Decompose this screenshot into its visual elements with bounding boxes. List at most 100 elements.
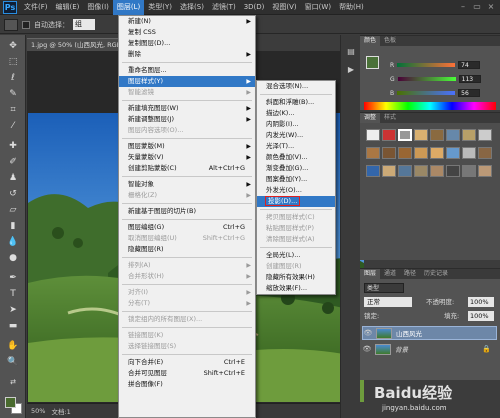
menu-item[interactable]: 外发光(O)... [257,185,335,196]
eyedropper-tool-icon[interactable]: ⁄ [4,119,22,133]
menu-item[interactable]: 全局光(L)... [257,250,335,261]
hand-tool-icon[interactable]: ✋ [4,339,22,353]
restore-icon[interactable]: ▭ [472,2,482,12]
history-icon[interactable]: ▤ [345,47,357,57]
style-preset-swatch[interactable] [414,129,428,141]
menu-item[interactable]: 重命名图层... [119,65,255,76]
menubar-item[interactable]: 选择(S) [176,0,208,15]
menu-item[interactable]: 合并可见图层 Shift+Ctrl+E [119,368,255,379]
quick-select-tool-icon[interactable]: ✎ [4,87,22,101]
menubar-item[interactable]: 帮助(H) [335,0,368,15]
document-tab[interactable]: 1.jpg @ 50% (山西风光, RGB [27,38,122,51]
style-preset-swatch[interactable] [398,147,412,159]
menubar-item[interactable]: 滤镜(T) [208,0,240,15]
style-preset-swatch[interactable] [430,147,444,159]
menu-item[interactable]: 隐藏所有效果(H) [257,272,335,283]
panel-tab[interactable]: 历史记录 [420,269,452,279]
style-preset-swatch[interactable] [430,129,444,141]
menubar-item[interactable]: 文件(F) [20,0,52,15]
history-brush-tool-icon[interactable]: ↺ [4,187,22,201]
menu-item[interactable]: 复制 CSS [119,27,255,38]
menu-item[interactable]: 向下合并(E) Ctrl+E [119,357,255,368]
healing-brush-tool-icon[interactable]: ✚ [4,139,22,153]
foreground-color-swatch[interactable] [5,397,16,408]
shape-tool-icon[interactable]: ▬ [4,319,22,333]
blur-tool-icon[interactable]: 💧 [4,235,22,249]
marquee-tool-icon[interactable]: ⬚ [4,55,22,69]
panel-tab[interactable]: 色板 [380,36,400,46]
style-preset-swatch[interactable] [446,165,460,177]
clone-stamp-tool-icon[interactable]: ♟ [4,171,22,185]
gradient-tool-icon[interactable]: ▮ [4,219,22,233]
style-preset-swatch[interactable] [414,147,428,159]
lasso-tool-icon[interactable]: ℓ [4,71,22,85]
zoom-tool-icon[interactable]: 🔍 [4,355,22,369]
swap-colors-icon[interactable]: ⇄ [4,375,22,389]
menu-item[interactable]: 图层编组(G) Ctrl+G [119,222,255,233]
eraser-tool-icon[interactable]: ▱ [4,203,22,217]
green-slider[interactable] [397,77,456,81]
layer-name[interactable]: 山西风光 [396,328,422,338]
style-preset-swatch[interactable] [414,165,428,177]
crop-tool-icon[interactable]: ⌗ [4,103,22,117]
style-preset-swatch[interactable] [446,147,460,159]
style-preset-swatch[interactable] [462,147,476,159]
blue-slider[interactable] [397,91,456,95]
style-preset-swatch[interactable] [382,129,396,141]
layer-row[interactable]: 👁 背景 🔒 [362,342,497,356]
menubar-item[interactable]: 图层(L) [112,0,145,15]
menubar-item[interactable]: 编辑(E) [52,0,84,15]
menubar-item[interactable]: 图像(I) [83,0,113,15]
menu-item[interactable]: 内发光(W)... [257,130,335,141]
blend-mode-select[interactable]: 正常 [364,297,412,307]
panel-tab[interactable]: 调整 [360,113,381,123]
layer-row[interactable]: 👁 山西风光 [362,326,497,340]
menu-item[interactable]: 光泽(T)... [257,141,335,152]
minimize-icon[interactable]: – [458,2,468,12]
menu-item[interactable]: 矢量蒙版(V) ▶ [119,152,255,163]
menu-item[interactable]: 缩放效果(F)... [257,283,335,294]
menu-item[interactable]: 投影(D)... [257,196,335,207]
menu-item[interactable]: 新建(N) ▶ [119,16,255,27]
menu-item[interactable]: 描边(K)... [257,108,335,119]
auto-select-checkbox[interactable] [22,20,30,29]
menu-item[interactable]: 隐藏图层(R) [119,244,255,255]
layer-name[interactable]: 背景 [395,344,408,354]
menu-item[interactable]: 拼合图像(F) [119,379,255,390]
style-preset-swatch[interactable] [382,165,396,177]
style-preset-swatch[interactable] [478,129,492,141]
style-preset-swatch[interactable] [366,147,380,159]
eye-icon[interactable]: 👁 [363,329,373,337]
menu-item[interactable]: 图层蒙版(M) ▶ [119,141,255,152]
color-foreground-swatch[interactable] [366,56,379,69]
style-preset-swatch[interactable] [382,147,396,159]
menu-item[interactable]: 新建调整图层(J) ▶ [119,114,255,125]
eye-icon[interactable]: 👁 [362,345,372,353]
menu-item[interactable]: 颜色叠加(V)... [257,152,335,163]
menu-item[interactable]: 智能对象 ▶ [119,179,255,190]
layer-kind-filter[interactable]: 类型 [364,283,404,293]
menubar-item[interactable]: 视图(V) [268,0,300,15]
style-preset-swatch[interactable] [478,147,492,159]
style-preset-swatch[interactable] [446,129,460,141]
style-preset-swatch[interactable] [398,129,412,141]
panel-tab[interactable]: 路径 [400,269,420,279]
panel-tab[interactable]: 图层 [360,269,381,279]
zoom-level[interactable]: 50% [31,407,45,415]
menu-item[interactable]: 新建填充图层(W) ▶ [119,103,255,114]
fill-input[interactable]: 100% [468,311,494,321]
green-value[interactable]: 113 [458,75,481,83]
menubar-item[interactable]: 窗口(W) [301,0,335,15]
menubar-item[interactable]: 3D(D) [240,0,269,15]
style-preset-swatch[interactable] [366,129,380,141]
menu-item[interactable]: 新建基于图层的切片(B) [119,206,255,217]
panel-tab[interactable]: 通道 [380,269,400,279]
style-preset-swatch[interactable] [398,165,412,177]
type-tool-icon[interactable]: T [4,287,22,301]
menu-item[interactable]: 内阴影(I)... [257,119,335,130]
blue-value[interactable]: 56 [458,89,481,97]
menubar-item[interactable]: 类型(Y) [144,0,176,15]
menu-item[interactable]: 创建剪贴蒙版(C) Alt+Ctrl+G [119,163,255,174]
red-slider[interactable] [397,63,456,67]
brush-tool-icon[interactable]: ✐ [4,155,22,169]
